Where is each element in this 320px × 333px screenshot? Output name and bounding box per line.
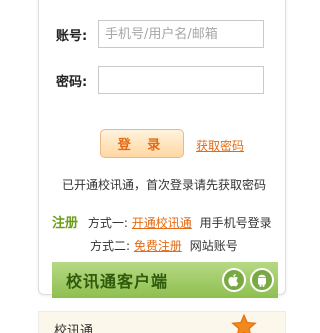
password-label: 密码: — [56, 74, 88, 90]
register-option2-suffix: 网站账号 — [189, 239, 238, 253]
apple-icon[interactable] — [222, 268, 246, 292]
first-login-notice: 已开通校讯通，首次登录请先获取密码 — [62, 178, 267, 192]
account-row: 账号: — [56, 20, 264, 48]
android-icon[interactable] — [250, 268, 274, 292]
register-option1-suffix: 用手机号登录 — [199, 216, 272, 230]
xiaoxuntong-section: 校讯通 — [38, 311, 286, 333]
get-password-link[interactable]: 获取密码 — [196, 137, 244, 154]
free-register-link[interactable]: 免费注册 — [134, 239, 182, 253]
register-option-1: 注册 方式一: 开通校讯通 用手机号登录 — [52, 212, 272, 231]
account-label: 账号: — [56, 28, 88, 44]
register-option2-prefix: 方式二: — [90, 239, 131, 253]
login-button[interactable]: 登 录 — [100, 129, 184, 158]
register-tag: 注册 — [52, 216, 79, 231]
login-page: 账号: 密码: 登 录 获取密码 已开通校讯通，首次登录请先获取密码 注册 方式… — [0, 0, 292, 333]
section-title: 校讯通 — [54, 324, 94, 333]
account-input[interactable] — [98, 20, 264, 48]
register-option1-prefix: 方式一: — [87, 216, 128, 230]
password-input[interactable] — [98, 66, 264, 94]
password-row: 密码: — [56, 66, 264, 94]
star-icon — [231, 313, 257, 333]
register-option-2: 方式二: 免费注册 网站账号 — [90, 237, 238, 254]
open-xiaoxuntong-link[interactable]: 开通校讯通 — [132, 216, 192, 230]
client-banner-text: 校讯通客户端 — [66, 272, 169, 291]
client-download-banner[interactable]: 校讯通客户端 — [52, 262, 278, 298]
